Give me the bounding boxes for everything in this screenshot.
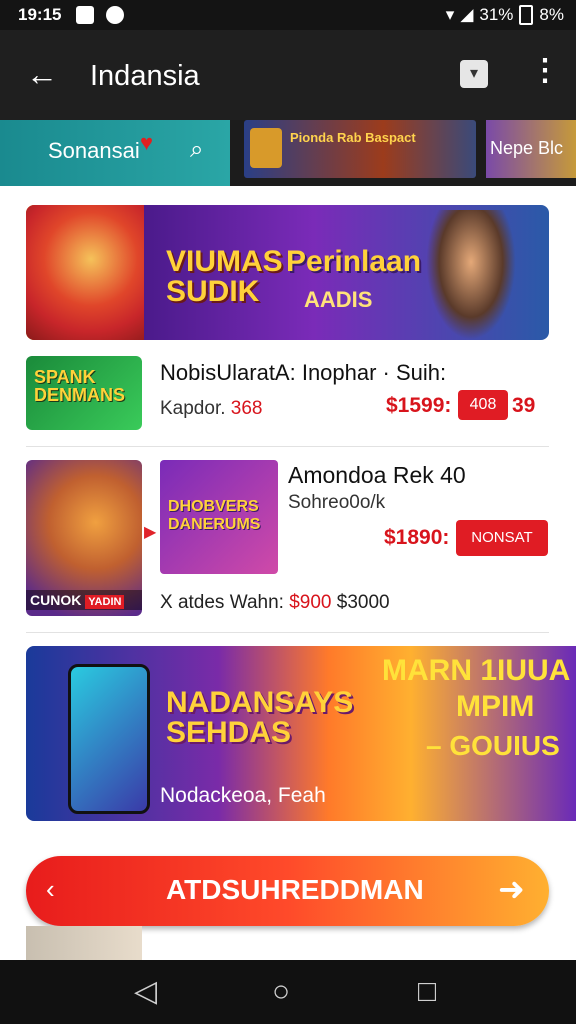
promo-tile[interactable]: Nepe Blc: [486, 120, 576, 178]
banner-character-image: [426, 210, 516, 340]
more-menu-icon[interactable]: ⋮: [530, 54, 560, 88]
game-image: DHOBVERS DANERUMS: [160, 460, 278, 574]
search-icon[interactable]: ⌕: [190, 136, 203, 164]
back-icon[interactable]: ◁: [134, 976, 157, 1008]
battery-icon: [519, 5, 534, 25]
app-icon[interactable]: ▾: [460, 60, 488, 88]
banner-subheadline: AADIS: [304, 287, 373, 312]
status-right: ▾ ◢ 31% 8%: [446, 5, 564, 25]
chevron-right-icon: ▶: [144, 524, 157, 541]
banner-headline: MARN 1IUUA: [382, 654, 571, 687]
list-item[interactable]: CUNOK YADIN ▶ DHOBVERS DANERUMS Amondoa …: [26, 460, 549, 620]
banner-title: NADANSAYS SEHDAS: [166, 686, 354, 749]
item-thumbnail: SPANK DENMANS: [26, 356, 142, 430]
banner-caption: Nodackeoa, Feah: [160, 784, 326, 807]
divider: [26, 632, 549, 633]
item-extra: 39: [512, 394, 536, 417]
item-title: Amondoa Rek 40: [288, 462, 466, 488]
promo-tile-text: Nepe Blc: [490, 138, 564, 158]
list-item[interactable]: SPANK DENMANS NobisUlaratA: Inophar · Su…: [26, 356, 549, 446]
cta-label: ATDSUHREDDMAN: [166, 874, 424, 905]
buy-button[interactable]: NONSAT: [456, 520, 548, 556]
system-nav-bar: ◁ ○ □: [0, 960, 576, 1024]
next-item-preview: [26, 926, 142, 960]
banner-headline: MPIM: [456, 690, 535, 723]
banner-title: VIUMAS SUDIK: [166, 245, 283, 308]
search-bar[interactable]: Sonansai ♥ ⌕: [0, 120, 230, 186]
battery-text-b: 8%: [539, 5, 564, 24]
banner-headline: Perinlaan: [286, 245, 422, 278]
divider: [26, 446, 549, 447]
promo-tile-text: Pionda Rab Baspact: [290, 130, 416, 145]
thumbnail-caption: CUNOK YADIN: [26, 590, 142, 610]
image-icon: [76, 6, 94, 24]
page-title: Indansia: [90, 60, 200, 92]
item-thumbnail: CUNOK YADIN: [26, 460, 142, 616]
item-price: $1599:: [386, 394, 452, 417]
item-subtitle: Kapdor. 368: [160, 398, 263, 419]
back-arrow-icon[interactable]: ←: [26, 58, 58, 90]
signal-icon: ◢: [460, 5, 474, 24]
game-image-text: DHOBVERS DANERUMS: [168, 498, 261, 533]
item-price: $1890:: [384, 526, 450, 549]
item-subtitle: Sohreo0o/k: [288, 492, 386, 513]
shield-icon: [106, 6, 124, 24]
hero-banner[interactable]: VIUMAS SUDIK Perinlaan AADIS: [26, 205, 549, 340]
wifi-icon: ▾: [445, 5, 455, 24]
phone-image: [68, 664, 150, 814]
app-bar: ← Indansia ▾ ⋮: [0, 30, 576, 120]
arrow-right-icon: ➜: [498, 871, 525, 907]
item-meta: X atdes Wahn: $900 $3000: [160, 592, 390, 613]
status-time: 19:15: [18, 5, 62, 24]
heart-icon: ♥: [140, 130, 154, 155]
promo-banner[interactable]: NADANSAYS SEHDAS Nodackeoa, Feah MARN 1IU…: [26, 646, 576, 821]
battery-text-a: 31%: [479, 5, 514, 24]
status-bar: 19:15 ▾ ◢ 31% 8%: [0, 0, 576, 30]
buy-button[interactable]: 408: [458, 390, 508, 420]
promo-tile[interactable]: Pionda Rab Baspact: [244, 120, 476, 178]
cta-button[interactable]: ‹ ATDSUHREDDMAN ➜: [26, 856, 549, 926]
chest-icon: [250, 128, 282, 168]
hero-character-image: [26, 205, 144, 340]
item-title: NobisUlaratA: Inophar · Suih:: [160, 360, 447, 385]
home-icon[interactable]: ○: [272, 976, 290, 1008]
thumbnail-text: SPANK DENMANS: [34, 367, 126, 405]
banner-headline: – GOUIUS: [426, 730, 560, 761]
search-label: Sonansai: [48, 138, 140, 163]
search-strip: Sonansai ♥ ⌕ Pionda Rab Baspact Nepe Blc: [0, 120, 576, 186]
chevron-left-icon: ‹: [46, 874, 55, 904]
recents-icon[interactable]: □: [418, 976, 436, 1008]
